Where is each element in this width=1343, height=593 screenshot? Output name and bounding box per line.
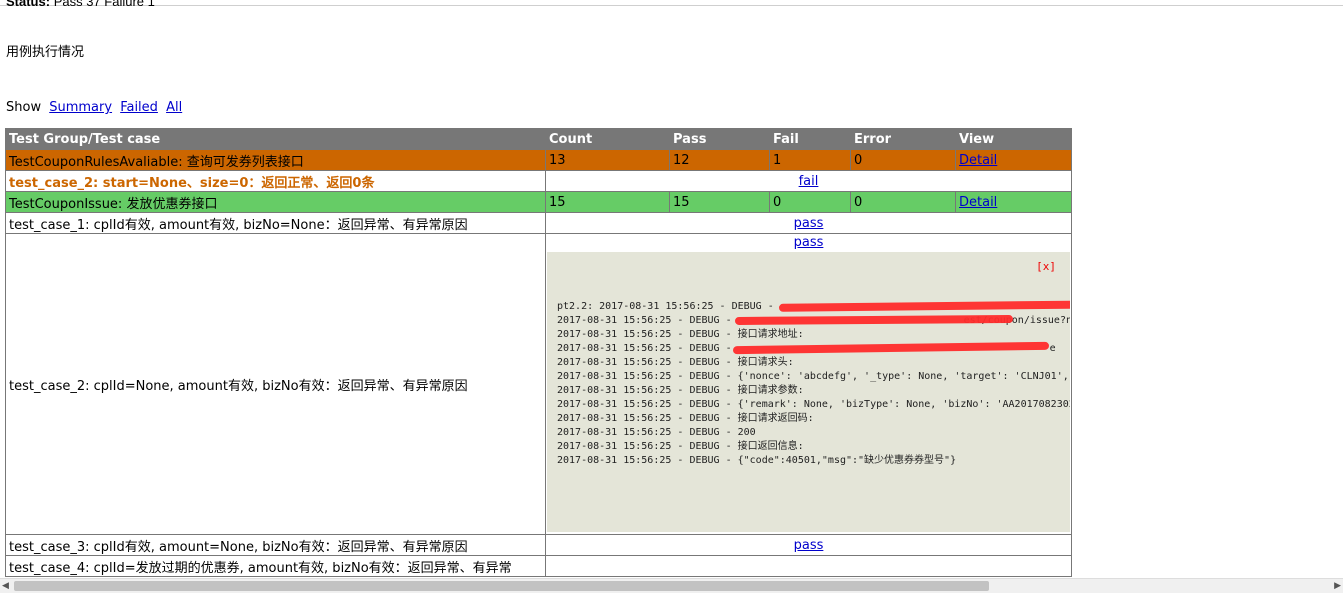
show-all-link[interactable]: All (166, 100, 182, 115)
show-failed-link[interactable]: Failed (120, 100, 158, 115)
group-view: Detail (955, 191, 1072, 213)
detail-link[interactable]: Detail (959, 195, 997, 210)
results-table: Test Group/Test case Count Pass Fail Err… (5, 128, 1072, 577)
case-result: pass (545, 534, 1072, 556)
table-header-row: Test Group/Test case Count Pass Fail Err… (5, 128, 1072, 150)
show-summary-link[interactable]: Summary (49, 100, 112, 115)
log-output: pt2.2: 2017-08-31 15:56:25 - DEBUG - 201… (557, 301, 1070, 466)
show-filter: Show Summary Failed All (6, 100, 182, 115)
group-row-coupon-issue: TestCouponIssue: 发放优惠券接口 15 15 0 0 Detai… (5, 191, 1072, 213)
case-name: test_case_3: cplId有效, amount=None, bizNo… (5, 534, 546, 556)
case-name: test_case_4: cplId=发放过期的优惠券, amount有效, b… (5, 555, 546, 577)
group-count: 13 (545, 149, 670, 171)
group-pass: 12 (669, 149, 770, 171)
case-result (545, 555, 1072, 577)
fail-link[interactable]: fail (799, 174, 819, 189)
header-pass: Pass (669, 128, 770, 150)
header-view: View (955, 128, 1072, 150)
table-row: test_case_4: cplId=发放过期的优惠券, amount有效, b… (5, 555, 1072, 577)
case-name: test_case_2: start=None、size=0：返回正常、返回0条 (5, 170, 546, 192)
header-test-group: Test Group/Test case (5, 128, 546, 150)
table-row: test_case_2: cplId=None, amount有效, bizNo… (5, 233, 1072, 535)
table-row: test_case_2: start=None、size=0：返回正常、返回0条… (5, 170, 1072, 192)
status-value: Pass 37 Failure 1 (53, 0, 155, 9)
status-line: Status: Pass 37 Failure 1 (6, 0, 155, 9)
pass-link[interactable]: pass (794, 235, 824, 250)
show-label: Show (6, 100, 42, 115)
group-count: 15 (545, 191, 670, 213)
scroll-left-icon[interactable]: ◀ (2, 581, 9, 591)
top-divider (0, 5, 1343, 6)
pass-link[interactable]: pass (794, 538, 824, 553)
pass-link[interactable]: pass (794, 216, 824, 231)
group-row-coupon-rules: TestCouponRulesAvaliable: 查询可发券列表接口 13 1… (5, 149, 1072, 171)
close-icon[interactable]: [x] (1036, 260, 1056, 273)
scroll-right-icon[interactable]: ▶ (1334, 581, 1341, 591)
table-row: test_case_3: cplId有效, amount=None, bizNo… (5, 534, 1072, 556)
group-name: TestCouponIssue: 发放优惠券接口 (5, 191, 546, 213)
case-name: test_case_2: cplId=None, amount有效, bizNo… (5, 233, 546, 535)
case-result-expanded: pass [x] pt2.2: 2017-08-31 15:56:25 - DE… (545, 233, 1072, 535)
group-error: 0 (850, 149, 956, 171)
page-heading: 用例执行情况 (6, 45, 85, 60)
detail-link[interactable]: Detail (959, 153, 997, 168)
group-fail: 1 (769, 149, 851, 171)
case-result: pass (545, 212, 1072, 234)
scrollbar-thumb[interactable] (14, 581, 989, 591)
case-name: test_case_1: cplId有效, amount有效, bizNo=No… (5, 212, 546, 234)
header-count: Count (545, 128, 670, 150)
horizontal-scrollbar[interactable]: ◀ ▶ (0, 578, 1343, 593)
table-row: test_case_1: cplId有效, amount有效, bizNo=No… (5, 212, 1072, 234)
status-label: Status: (6, 0, 51, 9)
group-fail: 0 (769, 191, 851, 213)
group-view: Detail (955, 149, 1072, 171)
group-name: TestCouponRulesAvaliable: 查询可发券列表接口 (5, 149, 546, 171)
header-error: Error (850, 128, 956, 150)
log-popup: [x] pt2.2: 2017-08-31 15:56:25 - DEBUG -… (547, 252, 1070, 532)
header-fail: Fail (769, 128, 851, 150)
group-pass: 15 (669, 191, 770, 213)
case-result: fail (545, 170, 1072, 192)
group-error: 0 (850, 191, 956, 213)
